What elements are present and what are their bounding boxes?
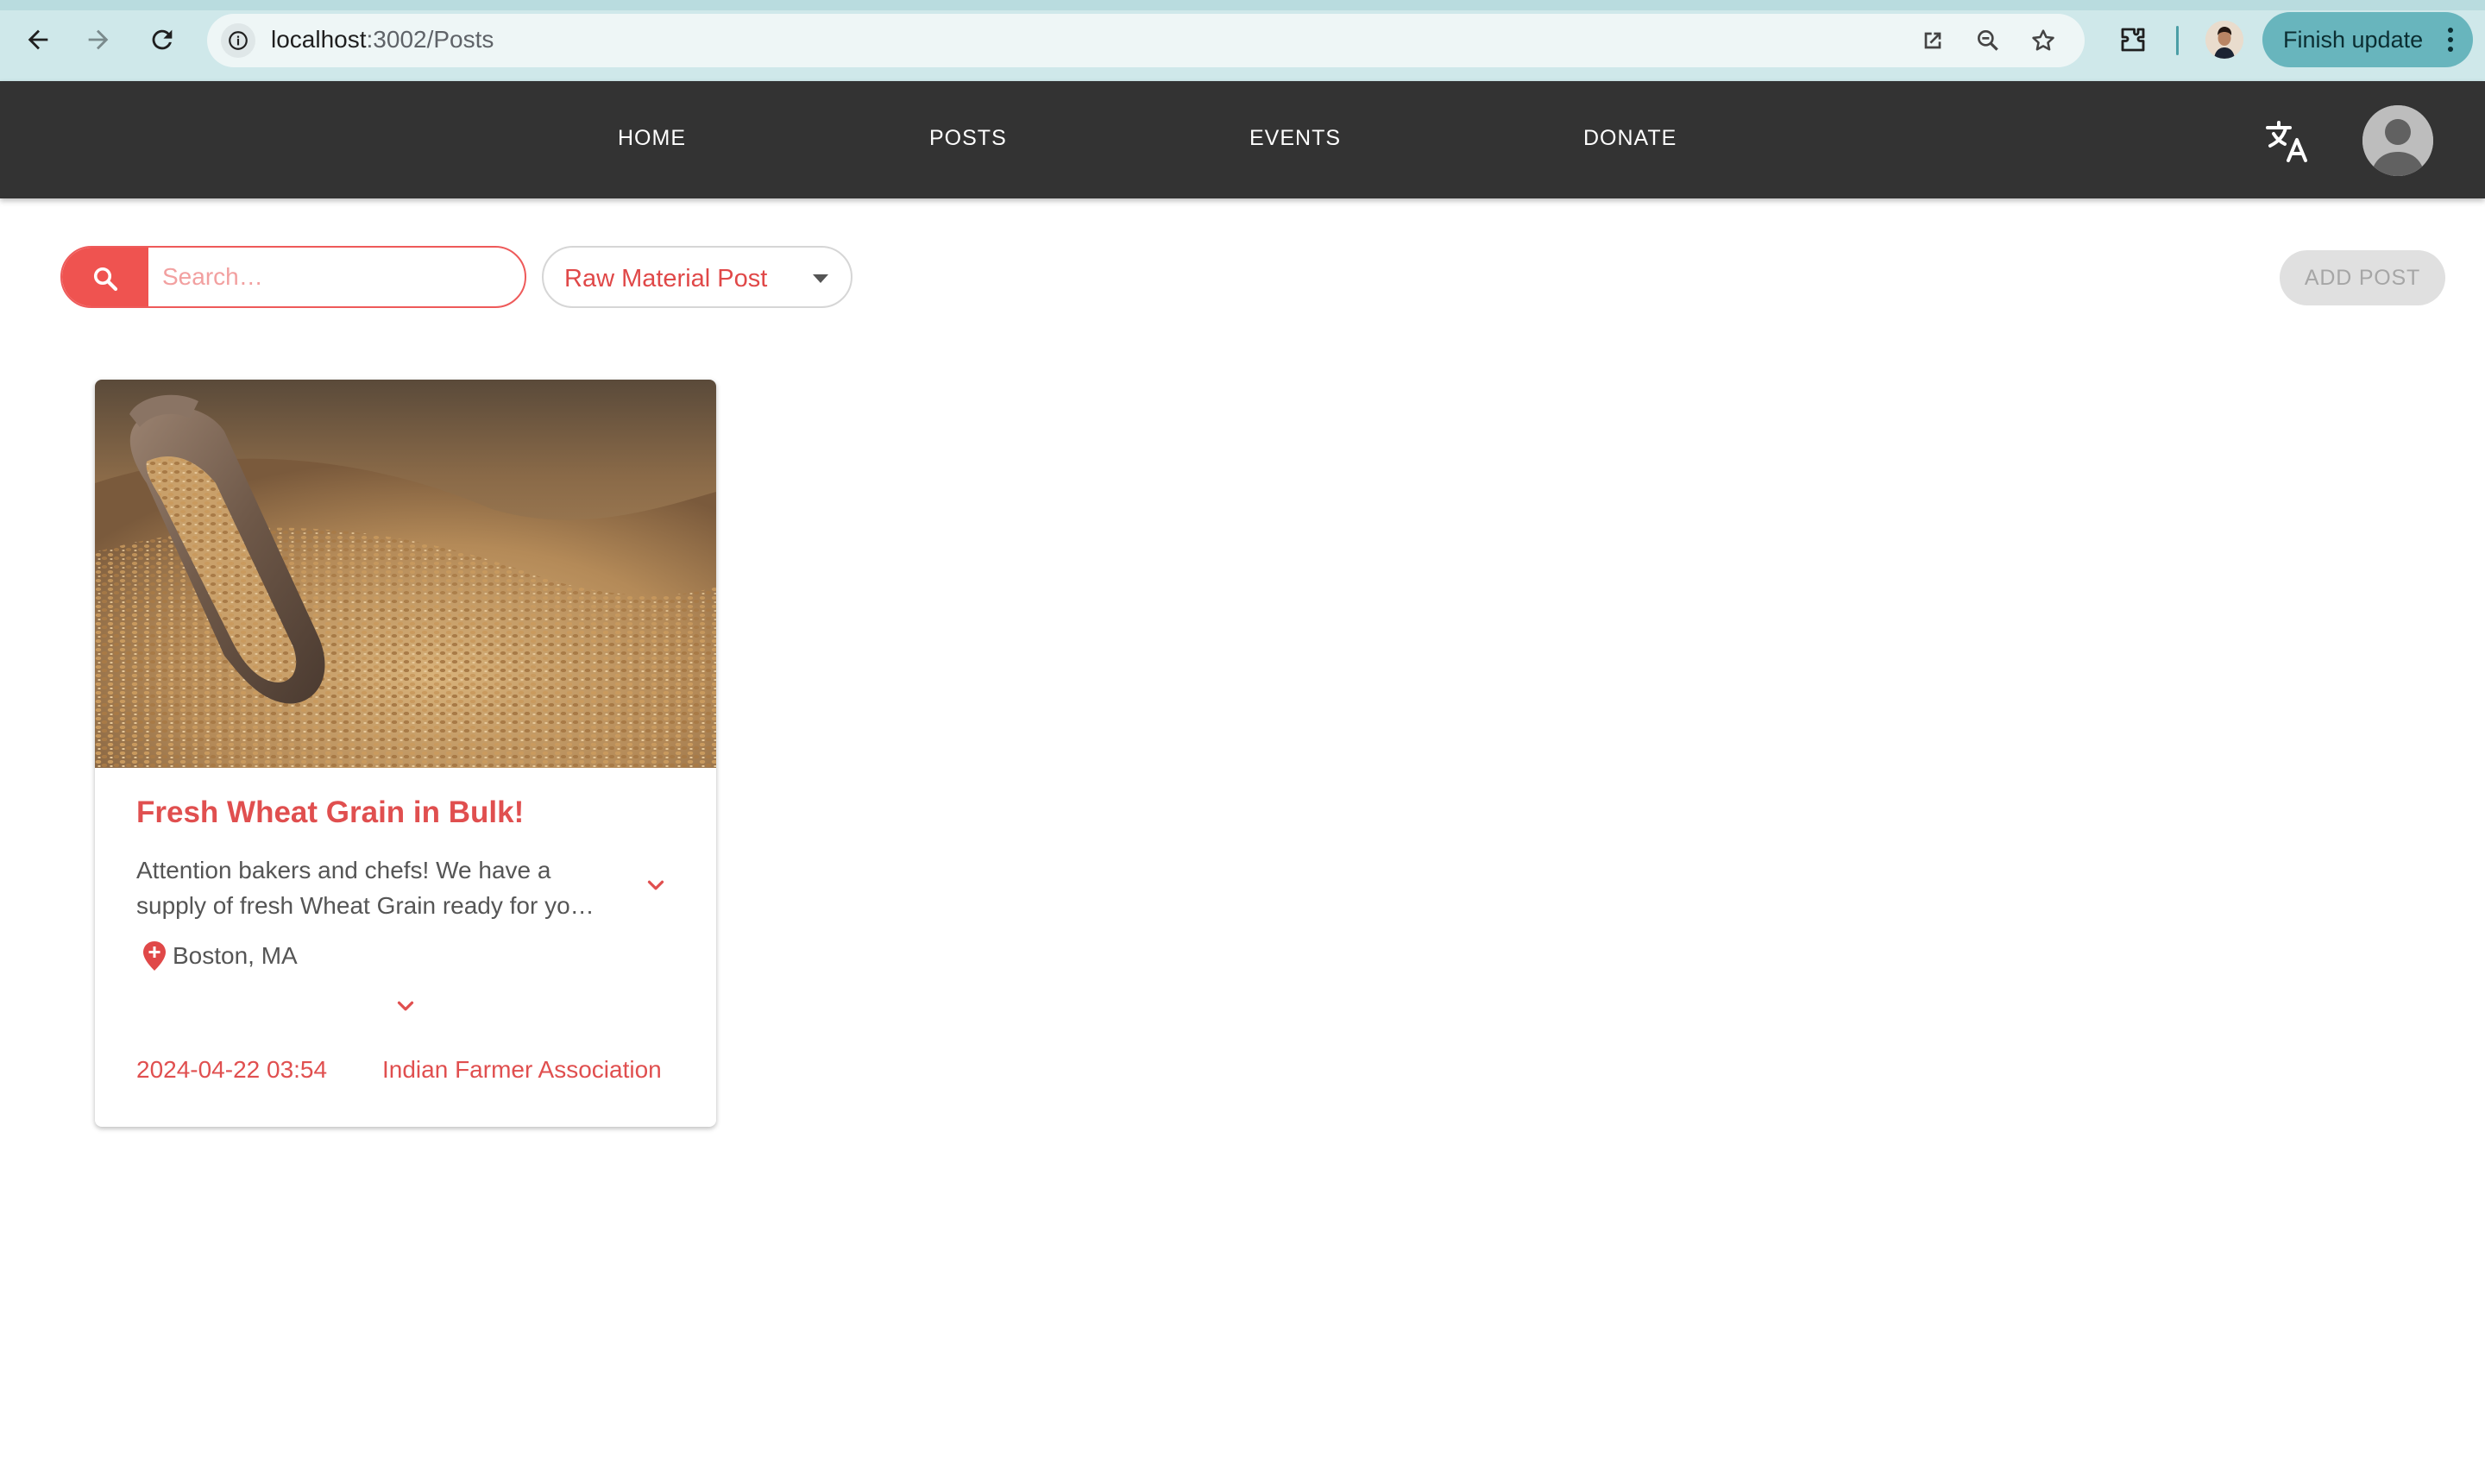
address-bar[interactable]: localhost:3002/Posts	[207, 14, 2085, 67]
tab-strip	[0, 0, 2485, 10]
search-input[interactable]	[150, 248, 521, 306]
post-description: Attention bakers and chefs! We have a su…	[136, 852, 628, 923]
nav-donate[interactable]: DONATE	[1583, 126, 1677, 151]
search-button[interactable]	[62, 248, 148, 306]
nav-events[interactable]: EVENTS	[1249, 126, 1341, 151]
post-location: Boston, MA	[173, 942, 298, 969]
zoom-icon[interactable]	[1971, 23, 2005, 58]
post-type-select-value: Raw Material Post	[564, 265, 768, 292]
location-pin-icon	[142, 940, 167, 972]
finish-update-button[interactable]: Finish update	[2262, 12, 2473, 67]
nav-posts[interactable]: POSTS	[929, 126, 1007, 151]
url-path: :3002/Posts	[366, 26, 494, 53]
add-post-button[interactable]: ADD POST	[2280, 250, 2445, 305]
toolbar-divider	[2176, 26, 2179, 55]
post-title[interactable]: Fresh Wheat Grain in Bulk!	[136, 795, 524, 830]
avatar-icon[interactable]	[2362, 105, 2433, 176]
extensions-icon[interactable]	[2112, 19, 2154, 60]
forward-arrow-icon[interactable]	[78, 19, 119, 60]
search-icon	[93, 267, 118, 292]
dropdown-arrow-icon	[813, 274, 828, 283]
search-bar	[60, 246, 526, 308]
post-image-wheat	[95, 380, 716, 768]
post-author[interactable]: Indian Farmer Association	[382, 1056, 662, 1084]
post-description-line: Attention bakers and chefs! We have a	[136, 857, 551, 883]
expand-description-chevron-icon[interactable]	[640, 870, 671, 901]
post-date: 2024-04-22 03:54	[136, 1056, 328, 1083]
post-description-line: supply of fresh Wheat Grain ready for yo…	[136, 892, 595, 919]
expand-details-chevron-icon[interactable]	[390, 990, 421, 1022]
url-host: localhost	[271, 26, 367, 53]
app-header: HOME POSTS EVENTS DONATE	[0, 81, 2485, 198]
finish-update-label: Finish update	[2283, 26, 2424, 53]
open-in-new-icon[interactable]	[1916, 23, 1950, 58]
url-text[interactable]: localhost:3002/Posts	[271, 26, 494, 53]
star-icon[interactable]	[2026, 23, 2060, 58]
post-type-select[interactable]: Raw Material Post	[542, 246, 852, 308]
nav-home[interactable]: HOME	[618, 126, 686, 151]
translate-icon[interactable]	[2264, 117, 2312, 166]
info-icon[interactable]	[221, 23, 255, 58]
browser-chrome: localhost:3002/Posts Finish update	[0, 0, 2485, 81]
post-card[interactable]: Fresh Wheat Grain in Bulk! Attention bak…	[95, 380, 716, 1127]
kebab-menu-icon[interactable]	[2447, 28, 2454, 52]
back-arrow-icon[interactable]	[17, 19, 59, 60]
browser-profile-avatar[interactable]	[2205, 21, 2243, 59]
reload-icon[interactable]	[142, 19, 183, 60]
